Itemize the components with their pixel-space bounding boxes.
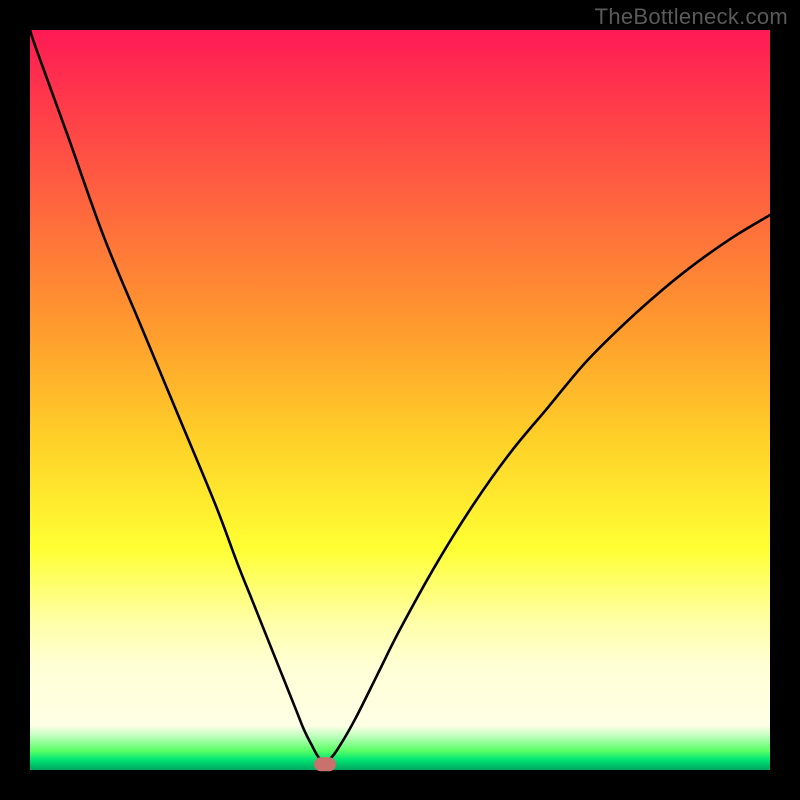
- bottleneck-curve: [30, 30, 770, 770]
- chart-frame: TheBottleneck.com: [0, 0, 800, 800]
- plot-area: [30, 30, 770, 770]
- watermark-text: TheBottleneck.com: [595, 4, 788, 30]
- optimal-marker: [314, 757, 336, 771]
